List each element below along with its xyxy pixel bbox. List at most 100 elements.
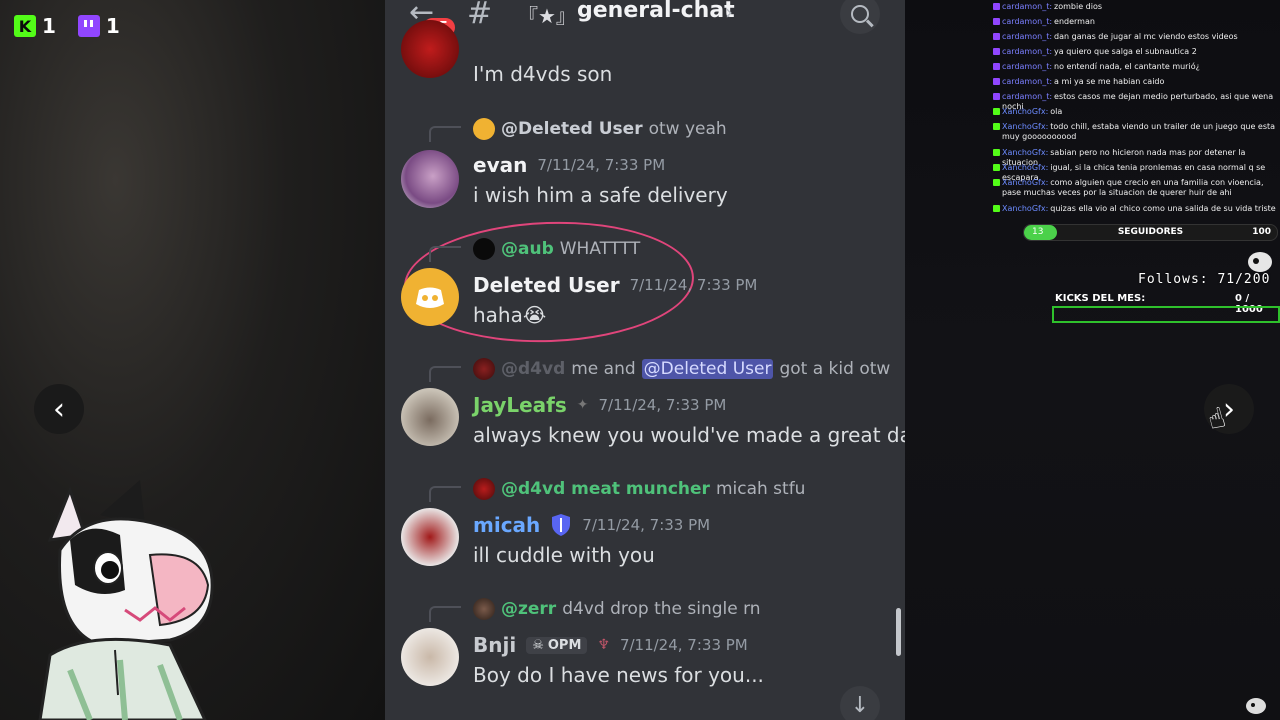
chat-message-body: XanchoGfx: ola	[1002, 107, 1062, 117]
viewer-counters: K 1 1	[14, 14, 120, 38]
shield-icon	[552, 514, 571, 536]
chat-username: cardamon_t:	[1002, 17, 1053, 26]
avatar[interactable]	[401, 388, 459, 446]
kicks-progress-bar	[1052, 306, 1280, 323]
chat-message-body: XanchoGfx: como alguien que crecio en una…	[1002, 178, 1277, 198]
chat-username: cardamon_t:	[1002, 32, 1053, 41]
chevron-right-icon[interactable]: ›	[725, 0, 733, 24]
stream-chat: cardamon_t: zombie dios cardamon_t: enderma…	[993, 2, 1277, 219]
avatar[interactable]	[401, 508, 459, 566]
reply-username: @Deleted User	[501, 119, 643, 139]
reply-preview[interactable]: @Deleted User otw yeah	[473, 118, 727, 140]
author-name[interactable]: JayLeafs	[473, 393, 567, 417]
message-author[interactable]: Bnji ☠ OPM ♆ 7/11/24, 7:33 PM	[473, 633, 748, 657]
twitch-logo-icon	[993, 78, 1000, 85]
message-timestamp: 7/11/24, 7:33 PM	[582, 516, 711, 534]
chat-message: cardamon_t: a mi ya se me habian caido	[993, 77, 1277, 92]
vtuber-mascot	[38, 480, 214, 720]
reply-connector	[429, 606, 461, 622]
avatar[interactable]	[401, 20, 459, 78]
chat-message-body: cardamon_t: dan ganas de jugar al mc vien…	[1002, 32, 1238, 42]
discord-logo-icon[interactable]	[401, 268, 459, 326]
scrollbar-thumb[interactable]	[896, 608, 901, 656]
chat-message: XanchoGfx: igual, si la chica tenia pronl…	[993, 163, 1277, 182]
chat-text: dan ganas de jugar al mc viendo estos vi…	[1054, 32, 1238, 41]
followers-goal-target: 100	[1252, 227, 1271, 237]
reply-connector	[429, 246, 461, 262]
reply-preview[interactable]: @aub WHATTTT	[473, 238, 640, 260]
kick-logo-icon	[993, 164, 1000, 171]
channel-header: ← 45 # 『★』 general-chat ›	[385, 0, 905, 50]
twitch-logo-icon	[993, 33, 1000, 40]
message-author[interactable]: Deleted User 7/11/24, 7:33 PM	[473, 273, 757, 297]
chat-message: cardamon_t: estos casos me dejan medio pe…	[993, 92, 1277, 111]
role-icon: ♆	[597, 637, 610, 653]
chat-message: XanchoGfx: sabian pero no hicieron nada m…	[993, 148, 1277, 167]
chat-message-body: XanchoGfx: todo chill, estaba viendo un t…	[1002, 122, 1277, 142]
arrow-down-icon[interactable]: ↓	[840, 686, 880, 720]
chat-text: quizas ella vio al chico como una salida…	[1050, 204, 1276, 213]
channel-name[interactable]: general-chat	[577, 0, 735, 23]
reply-text: WHATTTT	[559, 239, 641, 259]
message-author[interactable]: micah 7/11/24, 7:33 PM	[473, 513, 710, 537]
twitch-viewer-count: 1	[77, 14, 120, 38]
kick-viewer-count: K 1	[14, 14, 56, 38]
chat-message-body: cardamon_t: zombie dios	[1002, 2, 1102, 12]
reply-connector	[429, 486, 461, 502]
reply-connector	[429, 126, 461, 142]
chat-message-body: XanchoGfx: quizas ella vio al chico como …	[1002, 204, 1276, 214]
chat-text: ya quiero que salga el subnautica 2	[1054, 47, 1197, 56]
reply-preview[interactable]: @zerr d4vd drop the single rn	[473, 598, 761, 620]
message-timestamp: 7/11/24, 7:33 PM	[619, 636, 748, 654]
chat-text: enderman	[1054, 17, 1095, 26]
chat-message-body: cardamon_t: enderman	[1002, 17, 1095, 27]
author-name[interactable]: Deleted User	[473, 273, 620, 297]
chat-message-body: cardamon_t: no entendí nada, el cantante …	[1002, 62, 1200, 72]
kick-logo-icon	[993, 149, 1000, 156]
twitch-logo-icon	[993, 18, 1000, 25]
server-tag[interactable]: ☠ OPM	[526, 636, 588, 654]
message-content: haha😭	[473, 303, 547, 327]
author-name[interactable]: evan	[473, 153, 527, 177]
twitch-logo-icon	[993, 63, 1000, 70]
chat-username: XanchoGfx:	[1002, 178, 1049, 187]
message-author[interactable]: evan 7/11/24, 7:33 PM	[473, 153, 665, 177]
chat-text: no entendí nada, el cantante murió¿	[1054, 62, 1200, 71]
reply-text: d4vd drop the single rn	[562, 599, 761, 619]
author-name[interactable]: Bnji	[473, 633, 516, 657]
twitch-logo-icon	[993, 3, 1000, 10]
chat-message: cardamon_t: zombie dios	[993, 2, 1277, 17]
chat-message-body: cardamon_t: a mi ya se me habian caido	[1002, 77, 1164, 87]
message-author[interactable]: JayLeafs ✦ 7/11/24, 7:33 PM	[473, 393, 726, 417]
role-icon: ✦	[576, 397, 589, 413]
avatar[interactable]	[401, 628, 459, 686]
previous-button[interactable]: ‹	[34, 384, 84, 434]
kick-logo-icon	[993, 205, 1000, 212]
chat-username: cardamon_t:	[1002, 77, 1053, 86]
discord-logo-icon	[416, 287, 444, 308]
chat-username: cardamon_t:	[1002, 47, 1053, 56]
chat-message-body: cardamon_t: ya quiero que salga el subnau…	[1002, 47, 1197, 57]
reply-preview[interactable]: @d4vd meat muncher micah stfu	[473, 478, 805, 500]
user-mention[interactable]: @Deleted User	[641, 359, 774, 379]
chat-message: cardamon_t: ya quiero que salga el subnau…	[993, 47, 1277, 62]
twitch-logo-icon	[993, 48, 1000, 55]
follows-counter: Follows: 71/200	[1138, 272, 1271, 287]
message-content: ill cuddle with you	[473, 543, 655, 567]
avatar	[473, 238, 495, 260]
mascot-mini-icon	[1248, 252, 1272, 272]
author-name[interactable]: micah	[473, 513, 540, 537]
kick-logo-icon	[993, 123, 1000, 130]
avatar[interactable]	[401, 150, 459, 208]
search-button[interactable]	[840, 0, 880, 34]
twitch-logo-icon	[77, 15, 100, 37]
kick-count-value: 1	[42, 14, 56, 38]
message-timestamp: 7/11/24, 7:33 PM	[598, 396, 727, 414]
reply-username: @aub	[501, 239, 554, 259]
reply-text: got a kid otw	[779, 359, 891, 379]
reply-preview[interactable]: @d4vd me and @Deleted User got a kid otw	[473, 358, 890, 380]
reply-username: @d4vd	[501, 359, 566, 379]
twitch-logo-icon	[993, 93, 1000, 100]
search-icon	[851, 5, 869, 23]
reply-username: @zerr	[501, 599, 557, 619]
